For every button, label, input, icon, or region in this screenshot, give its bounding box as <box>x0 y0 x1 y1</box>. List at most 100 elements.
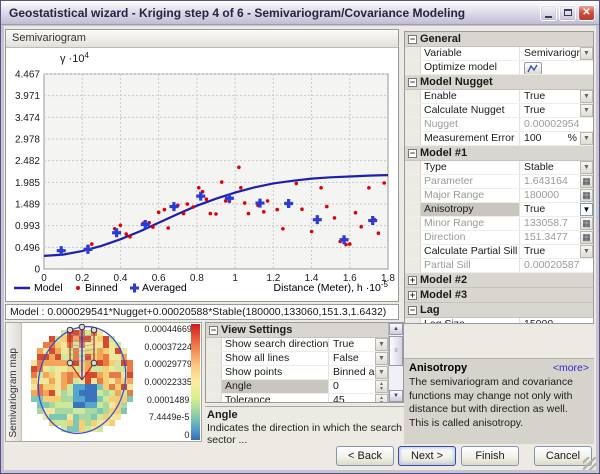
dropdown-button[interactable]: ▼ <box>580 161 593 174</box>
collapse-icon[interactable]: − <box>408 34 417 44</box>
resize-grip[interactable] <box>583 457 596 470</box>
prop-value[interactable]: 180000 <box>520 189 580 202</box>
prop-row-enable: Enable True ▼ <box>405 90 593 104</box>
semivariogram-map[interactable] <box>22 323 144 441</box>
prop-value[interactable] <box>520 61 580 74</box>
prop-value[interactable]: 1.643164 <box>520 175 580 188</box>
title-bar[interactable]: Geostatistical wizard - Kriging step 4 o… <box>1 1 599 25</box>
prop-value[interactable]: 100% <box>520 132 580 145</box>
prop-value[interactable]: 0.0002058758 <box>520 259 580 272</box>
collapse-icon[interactable]: − <box>209 325 218 335</box>
section-header-model-1[interactable]: − Model #1 <box>405 146 593 161</box>
prop-value-text: Semivariogram <box>524 47 580 59</box>
scale-value: 7.4449e-5 <box>148 412 190 423</box>
scroll-up-button[interactable]: ▲ <box>389 323 403 335</box>
dropdown-button[interactable]: ▼ <box>375 338 388 351</box>
window-title: Geostatistical wizard - Kriging step 4 o… <box>9 5 466 20</box>
dropdown-button[interactable]: ▼ <box>580 132 593 145</box>
spinner-control[interactable]: ▲▼ <box>375 394 388 402</box>
dropdown-button[interactable]: ▼ <box>580 47 593 60</box>
calculator-button[interactable]: ▦ <box>580 189 593 202</box>
collapse-icon[interactable]: − <box>408 305 417 315</box>
prop-value[interactable]: True <box>520 203 580 216</box>
prop-row-parameter: Parameter 1.643164 ▦ <box>405 175 593 189</box>
section-header-lag[interactable]: − Lag <box>405 303 593 318</box>
spin-down-icon[interactable]: ▼ <box>379 386 384 392</box>
minimize-button[interactable] <box>540 4 557 21</box>
next-button[interactable]: Next > <box>398 446 456 466</box>
calculator-button[interactable]: ▦ <box>580 175 593 188</box>
prop-row-partial-sill: Partial Sill 0.0002058758 <box>405 259 593 273</box>
prop-value[interactable]: True <box>520 90 580 103</box>
section-header-general[interactable]: − General <box>405 32 593 47</box>
scale-value: 0.00037224 <box>144 341 192 352</box>
prop-name: Measurement Error <box>421 132 520 145</box>
collapse-icon[interactable]: − <box>408 148 417 158</box>
row-gutter <box>405 175 421 188</box>
anisotropy-help-title: Anisotropy <box>409 362 468 374</box>
value-spacer <box>580 61 593 74</box>
anisotropy-help-panel: Anisotropy <more> The semivariogram and … <box>404 358 594 444</box>
row-gutter <box>405 259 421 272</box>
svg-text:Distance (Meter), h ·10-5: Distance (Meter), h ·10-5 <box>274 280 389 294</box>
dropdown-button[interactable]: ▼ <box>580 245 593 258</box>
expand-icon[interactable]: + <box>408 290 417 300</box>
prop-value[interactable]: 15000 <box>520 318 580 323</box>
prop-value-text: False <box>333 352 359 364</box>
scroll-down-button[interactable]: ▼ <box>389 390 403 402</box>
maximize-button[interactable] <box>559 4 576 21</box>
prop-value-suffix: % <box>567 132 577 144</box>
finish-button[interactable]: Finish <box>461 446 519 466</box>
section-header-model-2[interactable]: + Model #2 <box>405 273 593 288</box>
spin-down-icon[interactable]: ▼ <box>379 400 384 402</box>
svg-text:Model: Model <box>34 282 63 294</box>
calculator-button[interactable]: ▦ <box>580 217 593 230</box>
prop-value[interactable]: 0 <box>329 380 375 393</box>
prop-value-text: True <box>333 338 355 350</box>
prop-name: Direction <box>421 231 520 244</box>
semivariogram-map-tab[interactable]: Semivariogram map <box>6 323 23 441</box>
view-settings-scrollbar[interactable]: ▲ ≡ ▼ <box>388 323 403 402</box>
prop-name: Variable <box>421 47 520 60</box>
row-gutter <box>405 104 421 117</box>
row-gutter <box>405 61 421 74</box>
spinner-control[interactable]: ▲▼ <box>375 380 388 393</box>
prop-value[interactable]: 45 <box>329 394 375 402</box>
prop-value[interactable]: Semivariogram <box>520 47 580 60</box>
prop-value[interactable]: 151.3477 <box>520 231 580 244</box>
prop-value[interactable]: True <box>520 104 580 117</box>
section-header-model-3[interactable]: + Model #3 <box>405 288 593 303</box>
optimize-model-button[interactable] <box>524 62 542 74</box>
dropdown-button[interactable]: ▼ <box>580 203 593 216</box>
calculator-button[interactable]: ▦ <box>580 231 593 244</box>
row-gutter <box>206 338 222 351</box>
prop-value[interactable]: Binned and A... <box>329 366 375 379</box>
collapse-icon[interactable]: − <box>408 77 417 87</box>
section-header-model-nugget[interactable]: − Model Nugget <box>405 75 593 90</box>
prop-value-text: 1.643164 <box>524 175 568 187</box>
dropdown-button[interactable]: ▼ <box>375 352 388 365</box>
prop-value[interactable]: 133058.7 <box>520 217 580 230</box>
prop-value[interactable]: False <box>329 352 375 365</box>
svg-text:1.489: 1.489 <box>15 200 40 211</box>
svg-text:0.993: 0.993 <box>15 221 40 232</box>
dropdown-button[interactable]: ▼ <box>375 366 388 379</box>
prop-value[interactable]: 0.00002954079 <box>520 118 580 131</box>
back-button[interactable]: < Back <box>336 446 394 466</box>
close-button[interactable]: ✕ <box>578 4 595 21</box>
dropdown-button[interactable]: ▼ <box>580 90 593 103</box>
prop-row-nugget: Nugget 0.00002954079 <box>405 118 593 132</box>
section-header-view-settings[interactable]: − View Settings <box>206 323 388 338</box>
svg-text:1: 1 <box>232 273 238 284</box>
prop-name: Calculate Nugget <box>421 104 520 117</box>
prop-value[interactable]: True <box>520 245 580 258</box>
prop-row-anisotropy: Anisotropy True ▼ <box>405 203 593 217</box>
expand-icon[interactable]: + <box>408 275 417 285</box>
scroll-thumb[interactable]: ≡ <box>389 336 403 366</box>
prop-value[interactable]: Stable <box>520 161 580 174</box>
more-link[interactable]: <more> <box>553 362 589 374</box>
prop-value[interactable]: True <box>329 338 375 351</box>
svg-text:γ ·104: γ ·104 <box>60 51 89 65</box>
dropdown-button[interactable]: ▼ <box>580 104 593 117</box>
semivariogram-chart[interactable]: 0.496 0.993 1.489 1.985 2.482 2.978 3.474 3.971… <box>6 48 398 302</box>
